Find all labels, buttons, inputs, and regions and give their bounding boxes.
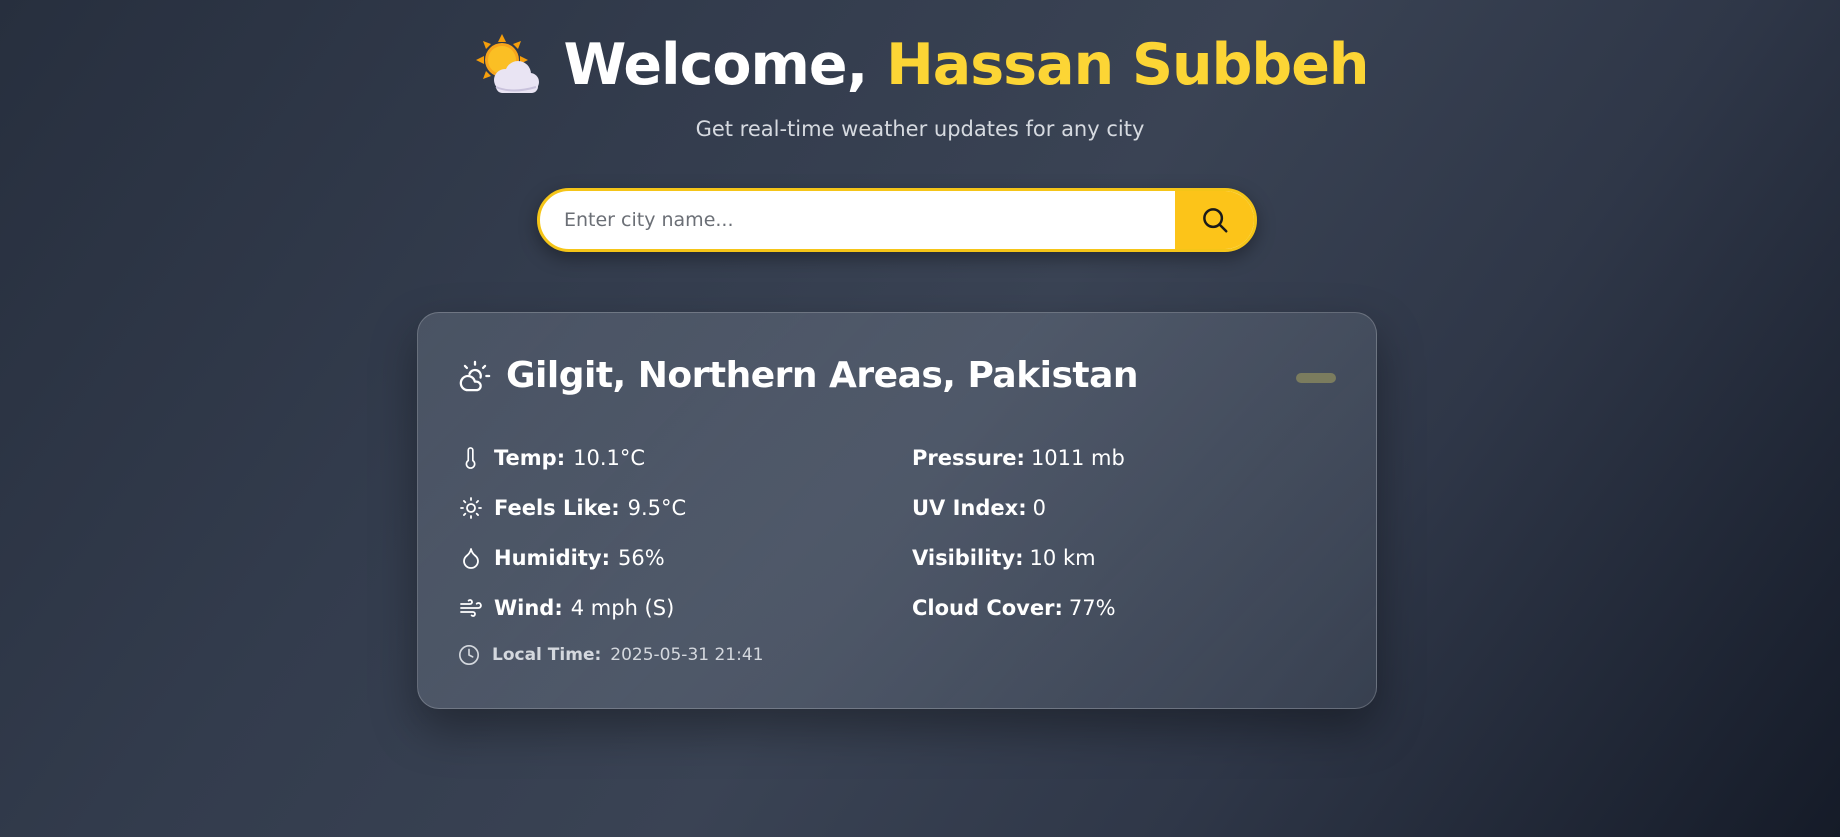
condition-image: [1296, 373, 1336, 383]
partly-cloudy-icon: [459, 360, 491, 391]
local-time: Local Time: 2025-05-31 21:41: [458, 643, 763, 667]
weather-details-left: Temp: 10.1°C Feels Like: 9.5°C Humidity:…: [458, 433, 686, 633]
uv-index-label: UV Index:: [912, 496, 1027, 520]
visibility-row: Visibility: 10 km: [912, 533, 1125, 583]
page-header: Welcome, Hassan Subbeh: [0, 30, 1840, 100]
location-name: Gilgit, Northern Areas, Pakistan: [506, 355, 1139, 396]
cloud-cover-row: Cloud Cover: 77%: [912, 583, 1125, 633]
pressure-label: Pressure:: [912, 446, 1025, 470]
humidity-value: 56%: [617, 546, 665, 570]
weather-details-right: Pressure: 1011 mb UV Index: 0 Visibility…: [912, 433, 1125, 633]
droplet-icon: [463, 548, 479, 569]
cloud-cover-label: Cloud Cover:: [912, 596, 1063, 620]
search-button[interactable]: [1175, 191, 1254, 249]
wind-label: Wind:: [494, 596, 563, 620]
pressure-row: Pressure: 1011 mb: [912, 433, 1125, 483]
page-title: Welcome, Hassan Subbeh: [563, 32, 1370, 98]
welcome-text: Welcome,: [563, 32, 887, 98]
visibility-label: Visibility:: [912, 546, 1024, 570]
search-icon: [1202, 208, 1227, 233]
local-time-value: 2025-05-31 21:41: [610, 645, 764, 665]
clock-icon: [459, 645, 479, 665]
wind-icon: [460, 599, 482, 617]
temp-value: 10.1°C: [573, 446, 646, 470]
city-search-input[interactable]: [540, 191, 1175, 249]
feels-like-row: Feels Like: 9.5°C: [458, 483, 686, 533]
wind-value: 4 mph (S): [570, 596, 675, 620]
visibility-value: 10 km: [1029, 546, 1096, 570]
card-header: Gilgit, Northern Areas, Pakistan: [458, 355, 1139, 396]
humidity-row: Humidity: 56%: [458, 533, 686, 583]
search-bar: [537, 188, 1257, 252]
uv-index-value: 0: [1032, 496, 1046, 520]
humidity-label: Humidity:: [494, 546, 610, 570]
cloud-cover-value: 77%: [1068, 596, 1116, 620]
wind-row: Wind: 4 mph (S): [458, 583, 686, 633]
thermometer-icon: [465, 447, 476, 469]
pressure-value: 1011 mb: [1030, 446, 1125, 470]
feels-like-label: Feels Like:: [494, 496, 620, 520]
page-subtitle: Get real-time weather updates for any ci…: [695, 117, 1145, 141]
user-name: Hassan Subbeh: [886, 32, 1369, 98]
uv-index-row: UV Index: 0: [912, 483, 1125, 533]
temp-label: Temp:: [494, 446, 566, 470]
sun-behind-cloud-icon: [475, 34, 539, 93]
weather-card: Gilgit, Northern Areas, Pakistan Temp: 1…: [417, 312, 1377, 709]
temp-row: Temp: 10.1°C: [458, 433, 686, 483]
sun-icon: [460, 497, 482, 519]
feels-like-value: 9.5°C: [627, 496, 687, 520]
local-time-label: Local Time:: [492, 645, 602, 665]
